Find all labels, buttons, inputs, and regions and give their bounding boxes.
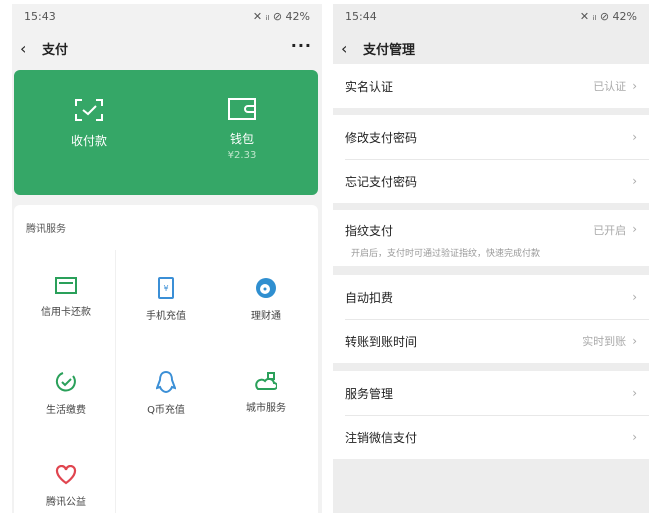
heart-icon: [55, 465, 77, 485]
payment-management-screen: 15:44 ✕ ᵢₗ ⊘ 42% ‹ 支付管理 实名认证 已认证 › 修改支付密码 › …: [333, 4, 649, 513]
row-service-management[interactable]: 服务管理 ›: [333, 371, 649, 415]
phone-icon: ¥: [158, 277, 174, 299]
row-change-password[interactable]: 修改支付密码 ›: [333, 115, 649, 159]
check-circle-icon: [55, 372, 76, 392]
chevron-right-icon: ›: [632, 79, 637, 93]
chevron-right-icon: ›: [632, 430, 637, 444]
status-bar: 15:44 ✕ ᵢₗ ⊘ 42%: [345, 10, 637, 23]
chevron-right-icon: ›: [632, 174, 637, 188]
chevron-right-icon: ›: [632, 290, 637, 304]
status-bar: 15:43 ✕ ᵢₗ ⊘ 42%: [24, 10, 310, 23]
row-forgot-password[interactable]: 忘记支付密码 ›: [333, 159, 649, 203]
row-transfer-time[interactable]: 转账到账时间 实时到账 ›: [333, 319, 649, 363]
tencent-services: 腾讯服务 信用卡还款 ¥ 手机充值 理财通 生活缴费 Q币充值 城市服务 腾讯公益: [14, 205, 318, 513]
city-cloud-icon: [255, 372, 277, 390]
service-mobile-topup[interactable]: ¥ 手机充值: [116, 277, 216, 322]
page-title: 支付: [42, 42, 69, 58]
wallet-card: 收付款 钱包 ¥2.33: [14, 70, 318, 195]
chevron-right-icon: ›: [632, 130, 637, 144]
wallet-button[interactable]: 钱包 ¥2.33: [182, 98, 302, 161]
licaitong-icon: [256, 278, 276, 298]
chevron-right-icon: ›: [632, 222, 637, 236]
service-city[interactable]: 城市服务: [216, 371, 316, 414]
chevron-right-icon: ›: [632, 386, 637, 400]
chevron-right-icon: ›: [632, 334, 637, 348]
scan-check-icon: [75, 99, 103, 121]
svg-text:¥: ¥: [163, 284, 168, 293]
receive-pay-button[interactable]: 收付款: [29, 98, 149, 149]
wallet-icon: [228, 98, 256, 120]
qq-penguin-icon: [156, 371, 176, 393]
row-real-name[interactable]: 实名认证 已认证 ›: [333, 64, 649, 108]
service-licaitong[interactable]: 理财通: [216, 277, 316, 322]
service-utilities[interactable]: 生活缴费: [16, 371, 116, 416]
row-fingerprint-pay[interactable]: 指纹支付 已开启 › 开启后，支付时可通过验证指纹，快速完成付款: [333, 210, 649, 266]
back-icon[interactable]: ‹: [341, 39, 355, 58]
row-cancel-wechat-pay[interactable]: 注销微信支付 ›: [333, 415, 649, 459]
more-icon[interactable]: ···: [291, 36, 312, 55]
header: ‹ 支付管理: [333, 34, 649, 62]
back-icon[interactable]: ‹: [20, 39, 34, 58]
header: ‹ 支付 ···: [12, 34, 322, 62]
wallet-screen: 15:43 ✕ ᵢₗ ⊘ 42% ‹ 支付 ··· 收付款 钱包 ¥2.33 腾讯…: [12, 4, 322, 513]
service-charity[interactable]: 腾讯公益: [16, 465, 116, 508]
credit-card-icon: [55, 277, 77, 294]
page-title: 支付管理: [363, 42, 416, 58]
service-credit-card[interactable]: 信用卡还款: [16, 277, 116, 318]
row-auto-deduct[interactable]: 自动扣费 ›: [333, 275, 649, 319]
service-qcoin[interactable]: Q币充值: [116, 371, 216, 416]
